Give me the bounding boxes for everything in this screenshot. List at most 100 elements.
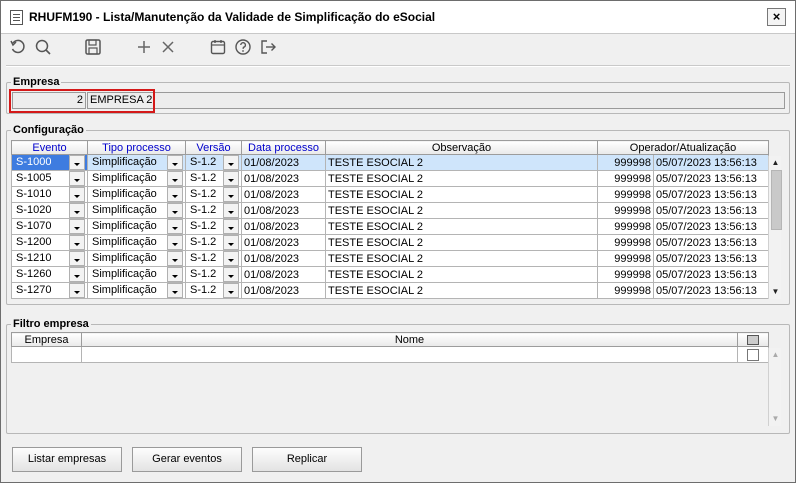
delete-icon[interactable]: [159, 38, 179, 58]
dropdown-arrow-icon[interactable]: [167, 171, 183, 186]
dropdown-arrow-icon[interactable]: [167, 203, 183, 218]
observacao-cell[interactable]: TESTE ESOCIAL 2: [325, 234, 598, 251]
versao-cell[interactable]: S-1.2: [185, 154, 242, 171]
data-processo-cell[interactable]: 01/08/2023: [241, 154, 326, 171]
observacao-cell[interactable]: TESTE ESOCIAL 2: [325, 250, 598, 267]
table-row[interactable]: S-1005 Simplificação S-1.2 01/08/2023 TESTE …: [11, 170, 769, 187]
tipo-processo-cell[interactable]: Simplificação: [87, 202, 186, 219]
dropdown-arrow-icon[interactable]: [223, 187, 239, 202]
versao-cell[interactable]: S-1.2: [185, 186, 242, 203]
dropdown-arrow-icon[interactable]: [69, 155, 85, 170]
evento-cell[interactable]: S-1200: [11, 234, 88, 251]
col-empresa[interactable]: Empresa: [11, 332, 82, 347]
scroll-down-arrow-icon[interactable]: ▼: [770, 286, 781, 297]
save-icon[interactable]: [84, 38, 104, 58]
versao-cell[interactable]: S-1.2: [185, 234, 242, 251]
dropdown-arrow-icon[interactable]: [69, 235, 85, 250]
data-processo-cell[interactable]: 01/08/2023: [241, 170, 326, 187]
tipo-processo-cell[interactable]: Simplificação: [87, 234, 186, 251]
dropdown-arrow-icon[interactable]: [69, 187, 85, 202]
observacao-cell[interactable]: TESTE ESOCIAL 2: [325, 170, 598, 187]
row-checkbox[interactable]: [747, 348, 759, 361]
table-row[interactable]: S-1020 Simplificação S-1.2 01/08/2023 TESTE …: [11, 202, 769, 219]
observacao-cell[interactable]: TESTE ESOCIAL 2: [325, 266, 598, 283]
select-all-icon[interactable]: [747, 334, 759, 345]
observacao-cell[interactable]: TESTE ESOCIAL 2: [325, 202, 598, 219]
col-evento[interactable]: Evento: [11, 140, 88, 155]
select-all-header[interactable]: [737, 332, 769, 347]
replicar-button[interactable]: Replicar: [252, 447, 362, 472]
evento-cell[interactable]: S-1270: [11, 282, 88, 299]
col-operador-atualizacao[interactable]: Operador/Atualização: [597, 140, 769, 155]
evento-cell[interactable]: S-1070: [11, 218, 88, 235]
tipo-processo-cell[interactable]: Simplificação: [87, 266, 186, 283]
data-processo-cell[interactable]: 01/08/2023: [241, 266, 326, 283]
dropdown-arrow-icon[interactable]: [69, 267, 85, 282]
versao-cell[interactable]: S-1.2: [185, 218, 242, 235]
versao-cell[interactable]: S-1.2: [185, 202, 242, 219]
gerar-eventos-button[interactable]: Gerar eventos: [132, 447, 242, 472]
dropdown-arrow-icon[interactable]: [167, 155, 183, 170]
versao-cell[interactable]: S-1.2: [185, 266, 242, 283]
dropdown-arrow-icon[interactable]: [223, 251, 239, 266]
dropdown-arrow-icon[interactable]: [223, 155, 239, 170]
dropdown-arrow-icon[interactable]: [167, 267, 183, 282]
search-icon[interactable]: [34, 38, 54, 58]
exit-icon[interactable]: [259, 38, 279, 58]
tipo-processo-cell[interactable]: Simplificação: [87, 250, 186, 267]
dropdown-arrow-icon[interactable]: [223, 171, 239, 186]
col-tipo-processo[interactable]: Tipo processo: [87, 140, 186, 155]
evento-cell[interactable]: S-1000: [11, 154, 88, 171]
data-processo-cell[interactable]: 01/08/2023: [241, 234, 326, 251]
dropdown-arrow-icon[interactable]: [167, 219, 183, 234]
dropdown-arrow-icon[interactable]: [223, 235, 239, 250]
col-versao[interactable]: Versão: [185, 140, 242, 155]
dropdown-arrow-icon[interactable]: [223, 267, 239, 282]
dropdown-arrow-icon[interactable]: [69, 203, 85, 218]
data-processo-cell[interactable]: 01/08/2023: [241, 202, 326, 219]
filtro-nome-cell[interactable]: [81, 346, 738, 363]
dropdown-arrow-icon[interactable]: [167, 283, 183, 298]
dropdown-arrow-icon[interactable]: [167, 251, 183, 266]
dropdown-arrow-icon[interactable]: [69, 283, 85, 298]
tipo-processo-cell[interactable]: Simplificação: [87, 170, 186, 187]
observacao-cell[interactable]: TESTE ESOCIAL 2: [325, 186, 598, 203]
tipo-processo-cell[interactable]: Simplificação: [87, 282, 186, 299]
filtro-scrollbar[interactable]: ▲ ▼: [768, 348, 781, 426]
table-row[interactable]: S-1210 Simplificação S-1.2 01/08/2023 TESTE …: [11, 250, 769, 267]
close-button[interactable]: ×: [767, 8, 786, 26]
versao-cell[interactable]: S-1.2: [185, 282, 242, 299]
observacao-cell[interactable]: TESTE ESOCIAL 2: [325, 218, 598, 235]
dropdown-arrow-icon[interactable]: [223, 203, 239, 218]
evento-cell[interactable]: S-1005: [11, 170, 88, 187]
observacao-cell[interactable]: TESTE ESOCIAL 2: [325, 282, 598, 299]
data-processo-cell[interactable]: 01/08/2023: [241, 186, 326, 203]
listar-empresas-button[interactable]: Listar empresas: [12, 447, 122, 472]
dropdown-arrow-icon[interactable]: [167, 187, 183, 202]
filtro-scroll-up-icon[interactable]: ▲: [770, 349, 781, 360]
versao-cell[interactable]: S-1.2: [185, 250, 242, 267]
tipo-processo-cell[interactable]: Simplificação: [87, 218, 186, 235]
dropdown-arrow-icon[interactable]: [223, 219, 239, 234]
undo-icon[interactable]: [9, 38, 29, 58]
col-observacao[interactable]: Observação: [325, 140, 598, 155]
table-row[interactable]: S-1010 Simplificação S-1.2 01/08/2023 TESTE …: [11, 186, 769, 203]
dropdown-arrow-icon[interactable]: [69, 251, 85, 266]
configuracao-scrollbar[interactable]: ▲ ▼: [768, 156, 782, 299]
evento-cell[interactable]: S-1020: [11, 202, 88, 219]
data-processo-cell[interactable]: 01/08/2023: [241, 250, 326, 267]
table-row[interactable]: S-1000 Simplificação S-1.2 01/08/2023 TESTE …: [11, 154, 769, 171]
tipo-processo-cell[interactable]: Simplificação: [87, 154, 186, 171]
table-row[interactable]: S-1070 Simplificação S-1.2 01/08/2023 TESTE …: [11, 218, 769, 235]
dropdown-arrow-icon[interactable]: [223, 283, 239, 298]
table-row[interactable]: S-1260 Simplificação S-1.2 01/08/2023 TESTE …: [11, 266, 769, 283]
filtro-empresa-cell[interactable]: [11, 346, 82, 363]
filtro-check-cell[interactable]: [737, 346, 769, 363]
data-processo-cell[interactable]: 01/08/2023: [241, 282, 326, 299]
data-processo-cell[interactable]: 01/08/2023: [241, 218, 326, 235]
add-icon[interactable]: [135, 38, 155, 58]
dropdown-arrow-icon[interactable]: [69, 219, 85, 234]
observacao-cell[interactable]: TESTE ESOCIAL 2: [325, 154, 598, 171]
col-data-processo[interactable]: Data processo: [241, 140, 326, 155]
table-row[interactable]: S-1270 Simplificação S-1.2 01/08/2023 TESTE …: [11, 282, 769, 299]
